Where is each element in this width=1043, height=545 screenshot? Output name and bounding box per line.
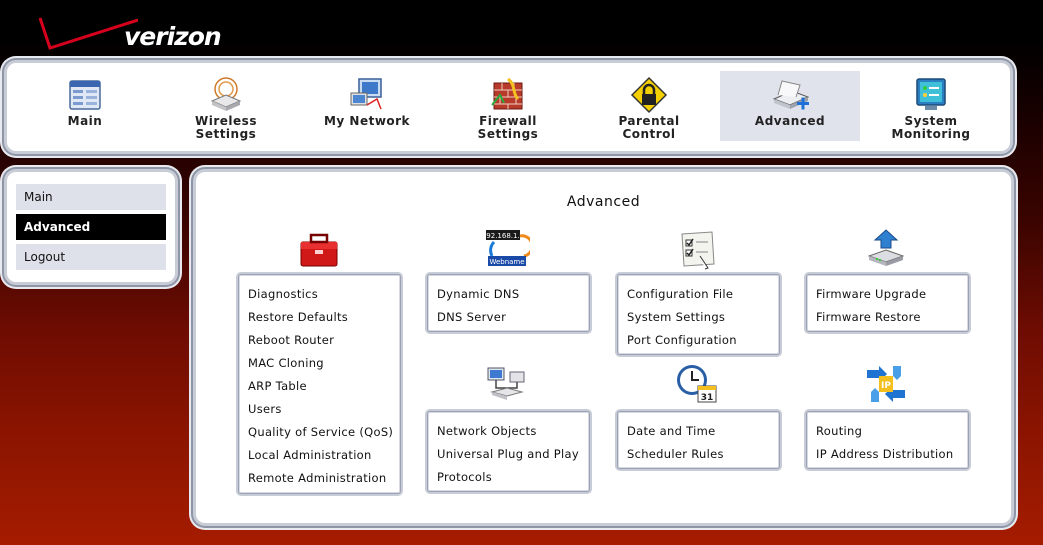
link-reboot-router[interactable]: Reboot Router: [248, 333, 334, 347]
nav-advanced[interactable]: Advanced: [720, 71, 860, 141]
sidebar-item-logout[interactable]: Logout: [16, 244, 166, 270]
nav-label: Advanced: [754, 114, 826, 128]
dns-icon-ip-text: 192.168.1.1: [484, 232, 524, 240]
network-objects-box: Network Objects Universal Plug and Play …: [427, 411, 590, 492]
link-configuration-file[interactable]: Configuration File: [627, 287, 733, 301]
brand-name: verizon: [124, 22, 222, 51]
calendar-day-text: 31: [701, 393, 714, 403]
configuration-box: Configuration File System Settings Port …: [617, 274, 780, 355]
routing-ip-text: IP: [881, 381, 891, 391]
link-dns-server[interactable]: DNS Server: [437, 310, 506, 324]
nav-wireless-settings[interactable]: Wireless Settings: [156, 71, 296, 141]
link-scheduler-rules[interactable]: Scheduler Rules: [627, 447, 724, 461]
nav-parental-control[interactable]: Parental Control: [579, 71, 719, 141]
nav-label: Firewall Settings: [477, 114, 539, 141]
nav-label: System Monitoring: [891, 114, 971, 141]
network-computers-icon: [487, 367, 525, 400]
link-network-objects[interactable]: Network Objects: [437, 424, 537, 438]
link-quality-of-service[interactable]: Quality of Service (QoS): [248, 425, 393, 439]
page-title: Advanced: [566, 194, 641, 210]
nav-firewall-settings[interactable]: Firewall Settings: [438, 71, 578, 141]
link-port-configuration[interactable]: Port Configuration: [627, 333, 737, 347]
monitor-icon: [916, 78, 946, 110]
link-users[interactable]: Users: [248, 402, 282, 416]
link-firmware-upgrade[interactable]: Firmware Upgrade: [816, 287, 926, 301]
link-local-administration[interactable]: Local Administration: [248, 448, 372, 462]
config-checklist-icon: [681, 231, 715, 270]
red-toolbox-icon: [300, 233, 338, 267]
link-routing[interactable]: Routing: [816, 424, 862, 438]
sidebar-item-advanced[interactable]: Advanced: [16, 214, 166, 240]
top-navigation: Main Wireless Settings My Network Firewa…: [7, 63, 1010, 151]
link-diagnostics[interactable]: Diagnostics: [248, 287, 318, 301]
padlock-warning-icon: [630, 76, 668, 114]
link-remote-administration[interactable]: Remote Administration: [248, 471, 386, 485]
routing-arrows-icon: IP: [867, 366, 905, 402]
link-mac-cloning[interactable]: MAC Cloning: [248, 356, 324, 370]
link-restore-defaults[interactable]: Restore Defaults: [248, 310, 348, 324]
link-date-and-time[interactable]: Date and Time: [627, 424, 715, 438]
nav-main[interactable]: Main: [15, 71, 155, 141]
nav-system-monitoring[interactable]: System Monitoring: [861, 71, 1001, 141]
verizon-check-mark-icon: [38, 17, 138, 50]
link-dynamic-dns[interactable]: Dynamic DNS: [437, 287, 519, 301]
routing-box: Routing IP Address Distribution: [806, 411, 969, 469]
nav-label: My Network: [323, 114, 411, 128]
dns-icon-webname-text: Webname: [489, 258, 524, 266]
verizon-logo: verizon: [38, 14, 238, 56]
clock-calendar-icon: 31: [677, 365, 717, 403]
main-panel: Advanced 192.168.1.1 Webname 31 IP Diagn…: [196, 172, 1011, 523]
nav-label: Parental Control: [618, 114, 680, 141]
nav-label: Wireless Settings: [195, 114, 257, 141]
firmware-upgrade-router-icon: [867, 229, 905, 266]
sidebar-item-main[interactable]: Main: [16, 184, 166, 210]
sidebar: Main Advanced Logout: [7, 172, 175, 282]
wireless-router-icon: [210, 77, 242, 111]
firewall-icon: [491, 77, 523, 110]
utilities-box: Diagnostics Restore Defaults Reboot Rout…: [238, 274, 401, 494]
link-ip-address-distribution[interactable]: IP Address Distribution: [816, 447, 953, 461]
link-system-settings[interactable]: System Settings: [627, 310, 725, 324]
my-network-icon: [350, 78, 382, 110]
nav-my-network[interactable]: My Network: [297, 71, 437, 141]
link-protocols[interactable]: Protocols: [437, 470, 492, 484]
main-dashboard-icon: [69, 80, 101, 110]
link-arp-table[interactable]: ARP Table: [248, 379, 307, 393]
link-universal-plug-and-play[interactable]: Universal Plug and Play: [437, 447, 579, 461]
nav-label: Main: [67, 114, 103, 128]
date-time-box: Date and Time Scheduler Rules: [617, 411, 780, 469]
dns-box: Dynamic DNS DNS Server: [427, 274, 590, 332]
firmware-box: Firmware Upgrade Firmware Restore: [806, 274, 969, 332]
link-firmware-restore[interactable]: Firmware Restore: [816, 310, 921, 324]
scanner-plus-icon: [772, 80, 810, 110]
dns-ip-webname-icon: 192.168.1.1 Webname: [484, 230, 530, 266]
